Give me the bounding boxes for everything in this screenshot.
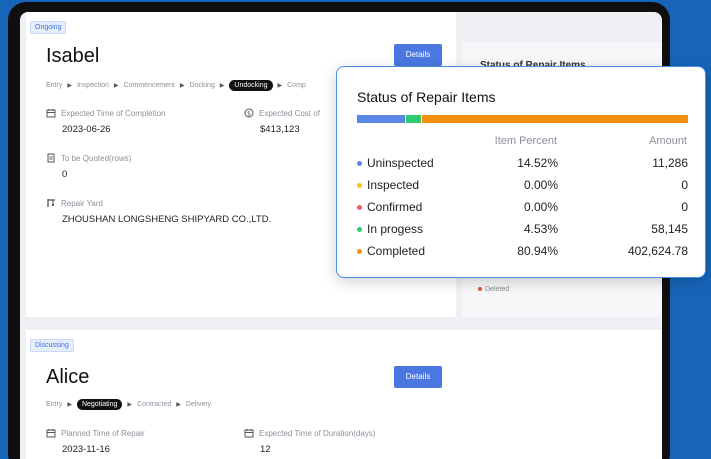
status-label: Confirmed — [367, 200, 423, 214]
step-item: Entry — [46, 82, 63, 89]
field-cost: $ Expected Cost of $413,123 — [244, 108, 320, 135]
project-name: Alice — [46, 366, 90, 388]
progress-steps: Entry ▶ Inspection ▶ Commencement ▶ Docking ▶ Un… — [46, 80, 306, 91]
field-value: 12 — [260, 444, 271, 455]
status-dot — [357, 205, 362, 210]
step-arrow-icon: ▶ — [277, 83, 283, 89]
calendar-icon — [244, 429, 254, 438]
field-label: Expected Time of Duration(days) — [259, 428, 376, 438]
step-item: Negotiating — [76, 399, 123, 410]
step-arrow-icon: ▶ — [67, 83, 72, 89]
bar-segment — [357, 115, 405, 123]
step-arrow-icon: ▶ — [127, 402, 133, 408]
calendar-icon — [46, 429, 56, 438]
legend-deleted-label: Deleted — [485, 286, 510, 293]
status-percent: 0.00% — [523, 200, 558, 214]
bar-segment — [405, 115, 421, 123]
field-value: 2023-06-26 — [62, 124, 111, 135]
status-label: In progess — [367, 222, 424, 236]
bar-segment — [421, 115, 688, 123]
svg-text:$: $ — [247, 110, 251, 117]
status-amount: 0 — [681, 200, 688, 214]
field-planned-repair: Planned Time of Repair 2023-11-16 — [46, 428, 145, 455]
step-arrow-icon: ▶ — [176, 402, 181, 408]
step-arrow-icon: ▶ — [179, 83, 185, 89]
field-value: ZHOUSHAN LONGSHENG SHIPYARD CO.,LTD. — [62, 214, 272, 225]
field-value: 2023-11-16 — [62, 444, 110, 455]
field-label: Expected Cost of — [259, 108, 320, 118]
status-row: In progess 4.53% 58,145 — [357, 221, 688, 239]
field-label: Repair Yard — [61, 198, 103, 208]
step-item: Entry — [46, 401, 63, 408]
repair-status-popup: Status of Repair Items Item Percent Amou… — [336, 66, 706, 278]
crane-icon — [47, 199, 55, 207]
step-item: Undocking — [229, 80, 273, 91]
status-tag-ongoing: Ongoing — [30, 21, 67, 34]
calendar-icon — [46, 109, 56, 118]
field-label: Planned Time of Repair — [61, 428, 145, 438]
step-item: Delivery — [185, 401, 212, 408]
step-item: Comp — [287, 82, 306, 89]
status-row: Completed 80.94% 402,624.78 — [357, 243, 688, 261]
status-amount: 11,286 — [652, 156, 688, 170]
status-dot — [357, 183, 362, 188]
status-amount: 58,145 — [651, 222, 688, 236]
details-button[interactable]: Details — [394, 366, 442, 388]
dollar-circle-icon: $ — [244, 108, 254, 118]
details-button[interactable]: Details — [394, 44, 442, 66]
status-dot — [357, 227, 362, 232]
field-duration: Expected Time of Duration(days) 12 — [244, 428, 376, 455]
status-tag-discussing: Discussing — [30, 339, 74, 352]
status-label: Inspected — [367, 178, 420, 192]
document-icon — [47, 153, 55, 163]
step-arrow-icon: ▶ — [219, 83, 225, 89]
status-amount: 0 — [681, 178, 688, 192]
field-value: $413,123 — [260, 124, 300, 135]
status-percent: 4.53% — [523, 222, 558, 236]
project-card-discussing: Discussing Alice Details Entry ▶ Negotiati… — [26, 330, 662, 459]
col-header-percent: Item Percent — [494, 135, 557, 147]
status-percent: 14.52% — [517, 156, 558, 170]
status-dot — [357, 249, 362, 254]
step-item: Docking — [189, 82, 215, 89]
status-percent: 80.94% — [517, 244, 558, 258]
field-label: Expected Time of Completion — [61, 108, 166, 118]
field-completion: Expected Time of Completion 2023-06-26 — [46, 108, 166, 135]
status-percent: 0.00% — [523, 178, 558, 192]
status-label: Completed — [367, 244, 426, 258]
status-progress-bar — [357, 115, 688, 123]
popup-title: Status of Repair Items — [357, 89, 496, 105]
status-row: Confirmed 0.00% 0 — [357, 199, 688, 217]
legend-dot — [478, 287, 482, 292]
step-arrow-icon: ▶ — [67, 402, 72, 408]
progress-steps: Entry ▶ Negotiating ▶ Contracted ▶ Delivery — [46, 399, 211, 410]
field-yard: Repair Yard ZHOUSHAN LONGSHENG SHIPYARD … — [46, 198, 271, 225]
status-amount: 402,624.78 — [627, 244, 688, 258]
col-header-amount: Amount — [649, 135, 687, 147]
field-value: 0 — [62, 169, 68, 180]
status-row: Inspected 0.00% 0 — [357, 177, 688, 195]
step-item: Contracted — [137, 401, 172, 408]
step-arrow-icon: ▶ — [113, 83, 119, 89]
status-label: Uninspected — [367, 156, 434, 170]
status-row: Uninspected 14.52% 11,286 — [357, 155, 688, 173]
step-item: Commencement — [123, 82, 175, 89]
field-quoted: To be Quoted(rows) 0 — [46, 153, 131, 180]
project-name: Isabel — [46, 45, 100, 67]
step-item: Inspection — [76, 82, 109, 89]
legend-deleted: Deleted — [478, 286, 509, 293]
field-label: To be Quoted(rows) — [61, 153, 132, 163]
status-dot — [357, 161, 362, 166]
